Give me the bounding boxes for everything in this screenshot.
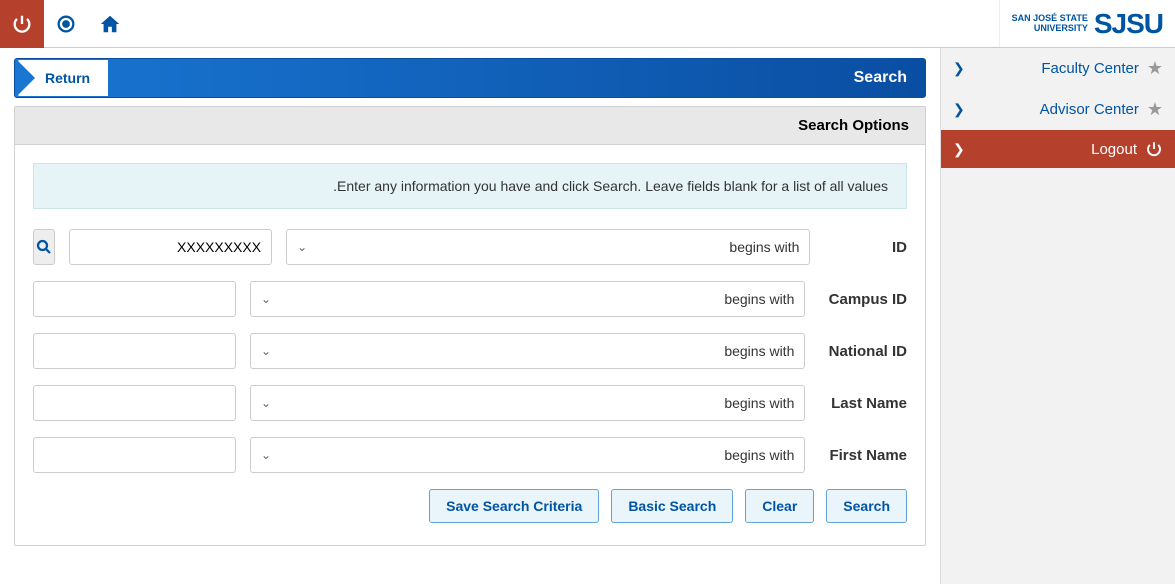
basic-search-button[interactable]: Basic Search <box>611 489 733 523</box>
field-label: Campus ID <box>819 291 907 308</box>
field-label: ID <box>824 239 907 256</box>
operator-select[interactable]: begins with ⌄ <box>250 333 805 369</box>
lookup-button[interactable] <box>33 229 55 265</box>
chevron-icon: ❮ <box>953 101 965 118</box>
form-row: National ID begins with ⌄ <box>33 333 907 369</box>
sidebar-label: Faculty Center <box>1041 60 1139 77</box>
button-row: Search Clear Basic Search Save Search Cr… <box>33 489 907 523</box>
target-icon[interactable] <box>44 0 88 48</box>
chevron-down-icon: ⌄ <box>261 292 271 306</box>
chevron-down-icon: ⌄ <box>261 344 271 358</box>
power-icon <box>1145 140 1163 158</box>
section-title: Search Options <box>15 107 925 145</box>
sidebar-label: Logout <box>1091 141 1137 158</box>
star-icon: ★ <box>1147 58 1163 79</box>
value-input[interactable] <box>33 385 236 421</box>
top-bar: SJSU SAN JOSÉ STATE UNIVERSITY <box>0 0 1175 48</box>
save-criteria-button[interactable]: Save Search Criteria <box>429 489 599 523</box>
power-icon[interactable] <box>0 0 44 48</box>
logo: SJSU SAN JOSÉ STATE UNIVERSITY <box>999 0 1175 47</box>
operator-select[interactable]: begins with ⌄ <box>286 229 810 265</box>
field-label: National ID <box>819 343 907 360</box>
value-input[interactable] <box>69 229 272 265</box>
operator-select[interactable]: begins with ⌄ <box>250 281 805 317</box>
logo-text: SJSU <box>1094 8 1163 40</box>
return-button[interactable]: Return <box>17 60 108 96</box>
value-input[interactable] <box>33 281 236 317</box>
form-row: ID begins with ⌄ <box>33 229 907 265</box>
field-label: First Name <box>819 447 907 464</box>
sidebar: ★ Faculty Center ❮ ★ Advisor Center ❮ Lo… <box>940 48 1175 584</box>
home-icon[interactable] <box>88 0 132 48</box>
main-content: Search Return Search Options Enter any i… <box>0 48 940 584</box>
sidebar-item-faculty[interactable]: ★ Faculty Center ❮ <box>941 48 1175 89</box>
logo-sub2: UNIVERSITY <box>1012 24 1088 34</box>
chevron-icon: ❮ <box>953 60 965 77</box>
sidebar-label: Advisor Center <box>1040 101 1139 118</box>
page-header: Search Return <box>14 58 926 98</box>
search-button[interactable]: Search <box>826 489 907 523</box>
chevron-icon: ❮ <box>953 141 965 158</box>
clear-button[interactable]: Clear <box>745 489 814 523</box>
form-row: Last Name begins with ⌄ <box>33 385 907 421</box>
value-input[interactable] <box>33 437 236 473</box>
chevron-down-icon: ⌄ <box>261 448 271 462</box>
operator-select[interactable]: begins with ⌄ <box>250 437 805 473</box>
form-row: First Name begins with ⌄ <box>33 437 907 473</box>
chevron-down-icon: ⌄ <box>261 396 271 410</box>
search-card: Search Options Enter any information you… <box>14 106 926 546</box>
field-label: Last Name <box>819 395 907 412</box>
sidebar-item-logout[interactable]: Logout ❮ <box>941 130 1175 168</box>
sidebar-item-advisor[interactable]: ★ Advisor Center ❮ <box>941 89 1175 130</box>
value-input[interactable] <box>33 333 236 369</box>
operator-select[interactable]: begins with ⌄ <box>250 385 805 421</box>
form-row: Campus ID begins with ⌄ <box>33 281 907 317</box>
info-box: Enter any information you have and click… <box>33 163 907 209</box>
star-icon: ★ <box>1147 99 1163 120</box>
chevron-down-icon: ⌄ <box>297 240 307 254</box>
page-title: Search <box>854 69 907 87</box>
